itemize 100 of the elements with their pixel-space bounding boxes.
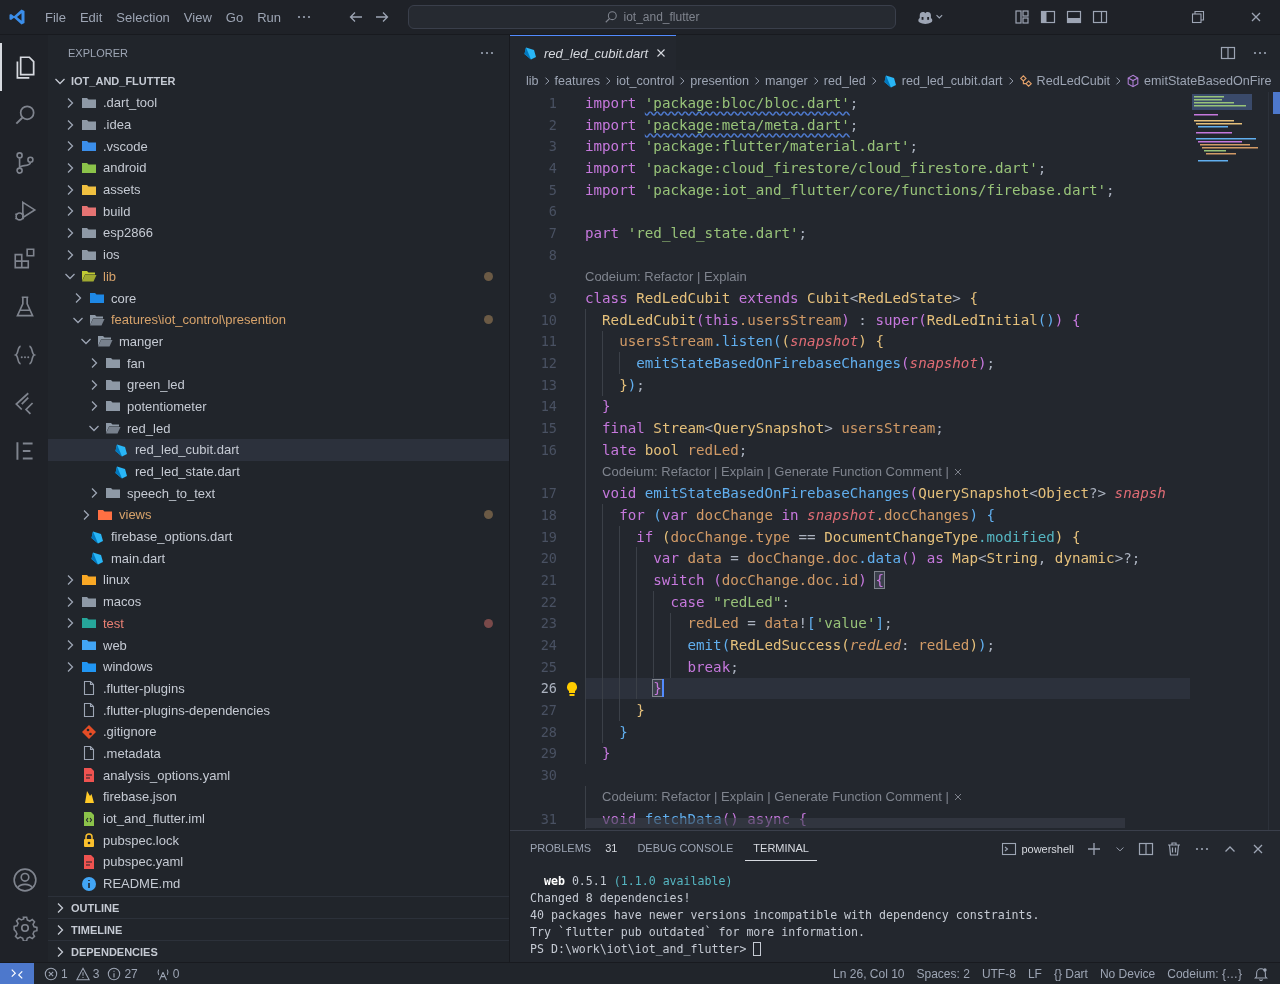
- explorer-item[interactable]: linux: [48, 569, 509, 591]
- trash-icon[interactable]: [1166, 840, 1182, 857]
- account-icon[interactable]: [12, 867, 38, 893]
- codelens-text[interactable]: Codeium: Refactor | Explain: [585, 268, 747, 284]
- breadcrumb[interactable]: manger: [765, 74, 808, 88]
- explorer-item[interactable]: .idea: [48, 113, 509, 136]
- settings-icon[interactable]: [12, 915, 38, 941]
- scrollbar-thumb[interactable]: [1273, 92, 1280, 114]
- status-item[interactable]: Codeium: {…}: [1167, 966, 1242, 981]
- status-item[interactable]: {} Dart: [1053, 966, 1088, 981]
- explorer-item[interactable]: pubspec.yaml: [48, 851, 509, 873]
- code-line: emitStateBasedOnFirebaseChanges(snapshot);: [635, 355, 996, 372]
- explorer-item[interactable]: .gitignore: [48, 720, 509, 743]
- section-header[interactable]: TIMELINE: [48, 918, 509, 940]
- explorer-item[interactable]: lib: [48, 265, 509, 288]
- explorer-item[interactable]: build: [48, 200, 509, 223]
- explorer-item[interactable]: esp2866: [48, 222, 509, 244]
- status-item[interactable]: 0: [151, 966, 184, 981]
- explorer-item[interactable]: green_led: [48, 373, 509, 396]
- explorer-item[interactable]: main.dart: [48, 547, 509, 570]
- explorer-item[interactable]: core: [48, 287, 509, 309]
- menu-item[interactable]: Selection: [109, 6, 177, 28]
- explorer-item[interactable]: fan: [48, 352, 509, 374]
- code-line: emit(RedLedSuccess(redLed: redLed));: [686, 637, 996, 654]
- status-item[interactable]: 1: [40, 966, 72, 981]
- panel-tab[interactable]: TERMINAL: [745, 836, 817, 861]
- code-line: import 'package:iot_and_flutter/core/functions/firebase.dart';: [585, 181, 1115, 198]
- run-debug-icon[interactable]: [12, 198, 38, 224]
- panel-toggle-icon[interactable]: [1066, 9, 1082, 25]
- menu-item[interactable]: File: [38, 6, 73, 28]
- split-editor-icon[interactable]: [1220, 44, 1236, 61]
- explorer-item[interactable]: firebase_options.dart: [48, 525, 509, 548]
- explorer-item[interactable]: .flutter-plugins: [48, 677, 509, 700]
- breadcrumb[interactable]: lib: [526, 74, 539, 88]
- breadcrumb[interactable]: red_led_cubit.dart: [881, 73, 1003, 89]
- explorer-item[interactable]: red_led_cubit.dart: [48, 439, 509, 461]
- status-item[interactable]: Spaces: 2: [916, 966, 970, 981]
- status-item[interactable]: UTF-8: [981, 966, 1016, 981]
- explorer-item[interactable]: .flutter-plugins-dependencies: [48, 699, 509, 721]
- explorer-item[interactable]: pubspec.lock: [48, 829, 509, 852]
- split-icon[interactable]: [1138, 840, 1154, 857]
- menu-item[interactable]: View: [176, 6, 219, 28]
- info-icon: [107, 966, 122, 981]
- panel-tab[interactable]: DEBUG CONSOLE: [629, 836, 742, 861]
- bell-icon[interactable]: [1254, 966, 1268, 981]
- terminal-selector[interactable]: powershell: [1001, 840, 1074, 857]
- forward-arrow-icon[interactable]: [374, 9, 390, 25]
- document-icon: [81, 767, 97, 784]
- explorer-item[interactable]: views: [48, 504, 509, 526]
- explorer-item[interactable]: .vscode: [48, 135, 509, 158]
- explorer-item[interactable]: analysis_options.yaml: [48, 764, 509, 786]
- command-center[interactable]: iot_and_flutter: [408, 5, 896, 29]
- remote-icon: [10, 966, 24, 981]
- restore-icon[interactable]: [1190, 9, 1206, 25]
- explorer-item[interactable]: red_led_state.dart: [48, 460, 509, 483]
- status-item[interactable]: Ln 26, Col 10: [833, 966, 905, 981]
- status-item[interactable]: LF: [1027, 966, 1042, 981]
- explorer-item[interactable]: README.md: [48, 872, 509, 895]
- back-arrow-icon[interactable]: [348, 9, 364, 25]
- explorer-item[interactable]: macos: [48, 590, 509, 613]
- explorer-item[interactable]: potentiometer: [48, 395, 509, 418]
- explorer-item[interactable]: assets: [48, 178, 509, 201]
- status-item[interactable]: No Device: [1099, 966, 1156, 981]
- plus-icon[interactable]: [1086, 840, 1102, 857]
- explorer-item[interactable]: android: [48, 157, 509, 179]
- explorer-item[interactable]: speech_to_text: [48, 482, 509, 505]
- section-header[interactable]: OUTLINE: [48, 896, 509, 918]
- sidebar-toggle-icon[interactable]: [1040, 9, 1056, 25]
- explorer-item[interactable]: .metadata: [48, 742, 509, 765]
- code-line: void fetchData() async {: [601, 810, 808, 827]
- menu-item[interactable]: Run: [250, 6, 288, 28]
- breadcrumb[interactable]: red_led: [823, 74, 866, 88]
- breadcrumb[interactable]: features: [554, 74, 601, 88]
- remote-button[interactable]: [0, 962, 34, 984]
- terminal-cursor: [753, 941, 762, 956]
- explorer-item[interactable]: red_led: [48, 417, 509, 439]
- lightbulb-icon[interactable]: [565, 680, 579, 697]
- status-item[interactable]: 3: [71, 966, 104, 981]
- explorer-item[interactable]: features\iot_control\presention: [48, 308, 509, 331]
- secondary-sidebar-icon[interactable]: [1092, 9, 1108, 25]
- explorer-item[interactable]: manger: [48, 330, 509, 353]
- folder-header[interactable]: IOT_AND_FLUTTER: [48, 70, 509, 92]
- layout-icon[interactable]: [1014, 9, 1030, 25]
- explorer-item[interactable]: windows: [48, 655, 509, 678]
- explorer-item[interactable]: .dart_tool: [48, 92, 509, 114]
- codelens-text[interactable]: Codeium: Refactor | Explain | Generate Function Comment |: [602, 464, 949, 480]
- status-item[interactable]: 27: [103, 966, 142, 981]
- explorer-item[interactable]: ios: [48, 243, 509, 266]
- breadcrumb[interactable]: RedLedCubit: [1018, 74, 1111, 88]
- breadcrumb[interactable]: iot_control: [616, 74, 675, 88]
- menu-item[interactable]: Edit: [72, 6, 110, 28]
- breadcrumb[interactable]: emitStateBasedOnFire: [1126, 74, 1272, 88]
- panel-tab[interactable]: PROBLEMS 31: [522, 836, 626, 861]
- explorer-item[interactable]: firebase.json: [48, 786, 509, 808]
- explorer-item[interactable]: test: [48, 612, 509, 635]
- breadcrumb[interactable]: presention: [690, 74, 750, 88]
- explorer-item[interactable]: web: [48, 634, 509, 656]
- explorer-item[interactable]: iot_and_flutter.iml: [48, 807, 509, 830]
- menu-item[interactable]: Go: [218, 6, 251, 28]
- codelens-text[interactable]: Codeium: Refactor | Explain | Generate Function Comment |: [602, 789, 949, 805]
